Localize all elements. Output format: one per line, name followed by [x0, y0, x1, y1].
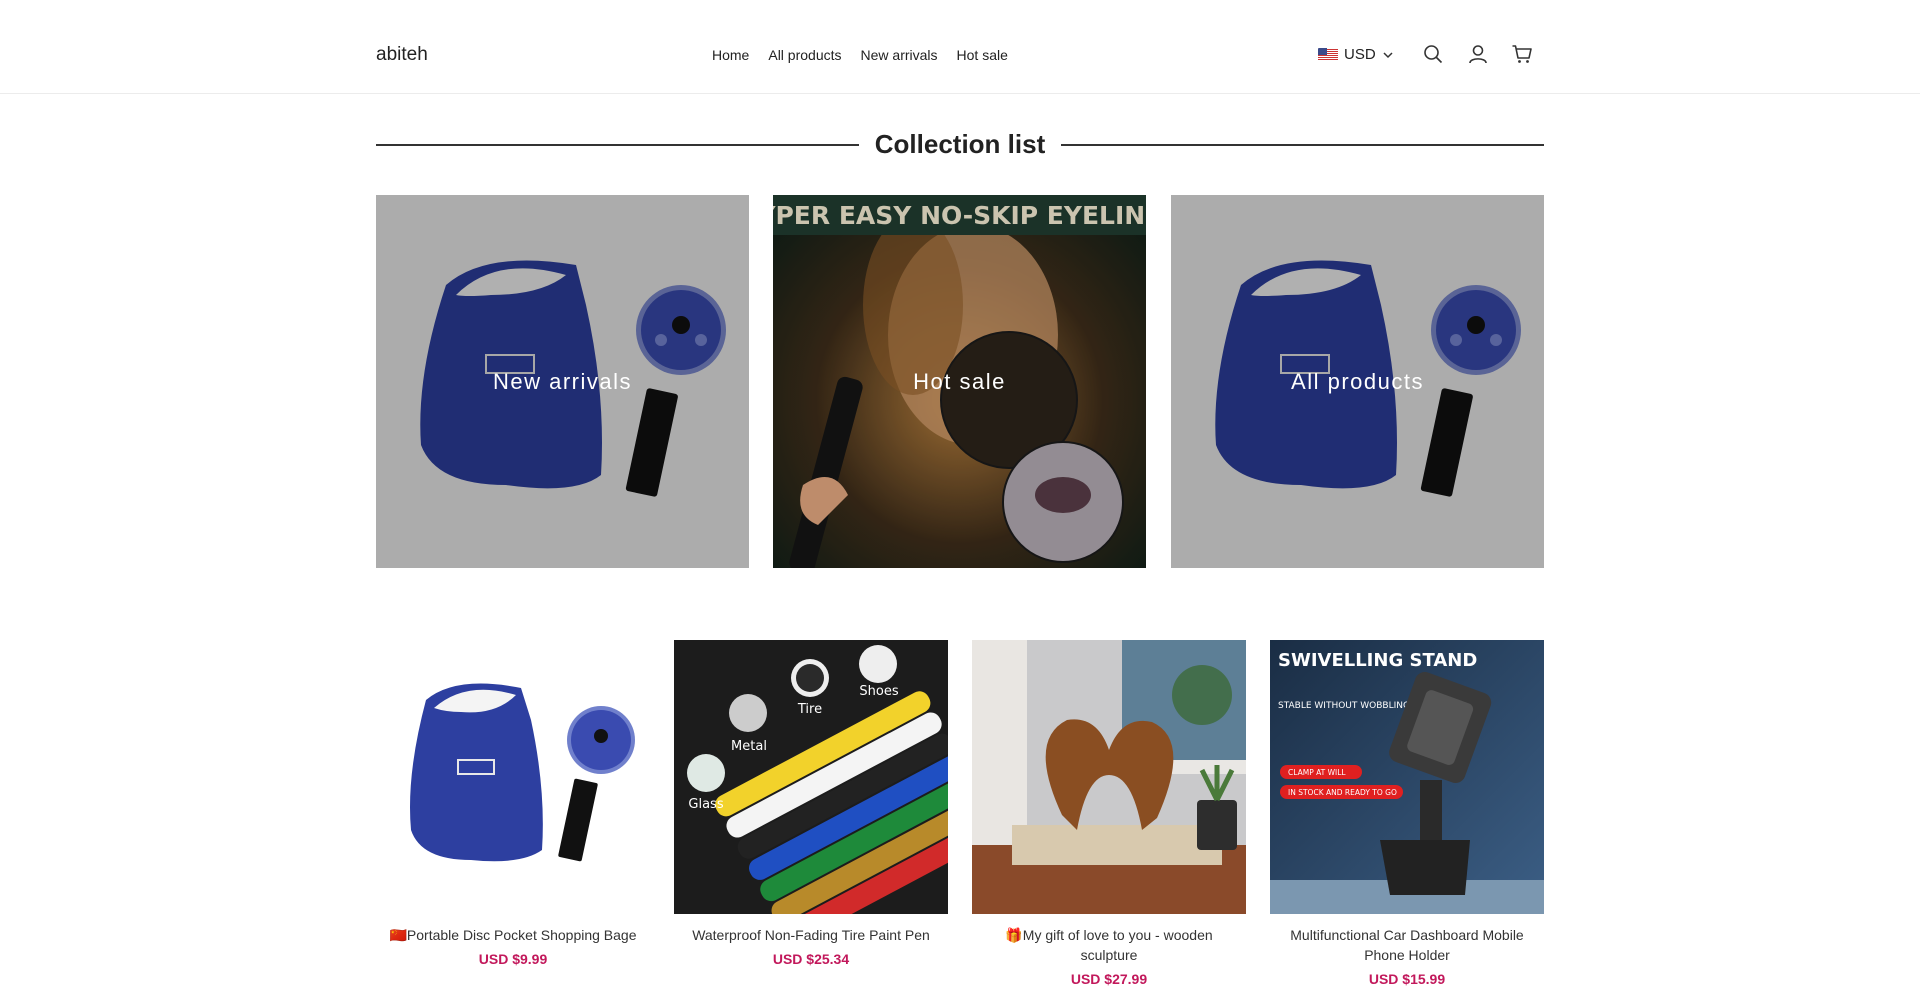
product-title[interactable]: 🎁My gift of love to you - wooden sculptu… — [972, 925, 1246, 965]
nav-new-arrivals[interactable]: New arrivals — [861, 47, 938, 63]
tag-glass: Glass — [688, 797, 723, 812]
product-price: USD $9.99 — [478, 951, 548, 967]
cart-icon[interactable] — [1511, 43, 1533, 65]
product-price: USD $25.34 — [772, 951, 850, 967]
collection-hot-sale[interactable]: HYPER EASY NO-SKIP EYELINER Hot sale — [773, 195, 1146, 568]
product-title[interactable]: Waterproof Non-Fading Tire Paint Pen — [674, 925, 948, 945]
nav-all-products[interactable]: All products — [768, 47, 841, 63]
clamp-badge: CLAMP AT WILL — [1288, 768, 1346, 777]
main-nav: Home All products New arrivals Hot sale — [712, 47, 1008, 63]
collection-list-heading: Collection list — [376, 127, 1544, 161]
site-logo[interactable]: abiteh — [376, 44, 428, 66]
holder-subtitle: STABLE WITHOUT WOBBLING — [1278, 701, 1410, 711]
product-card[interactable]: Tire Shoes Metal Glass Waterproof Non-Fa… — [674, 640, 948, 967]
stock-badge: IN STOCK AND READY TO GO — [1288, 788, 1397, 797]
phone-holder-product-image: SWIVELLING STAND STABLE WITHOUT WOBBLING… — [1270, 640, 1544, 914]
product-title[interactable]: Multifunctional Car Dashboard Mobile Pho… — [1270, 925, 1544, 965]
wooden-sculpture-product-image — [972, 640, 1246, 914]
product-price: USD $15.99 — [1368, 971, 1446, 987]
tag-metal: Metal — [731, 739, 767, 754]
chevron-down-icon — [1383, 51, 1393, 58]
account-icon[interactable] — [1467, 43, 1489, 65]
product-card[interactable]: 🎁My gift of love to you - wooden sculptu… — [972, 640, 1246, 987]
nav-home[interactable]: Home — [712, 47, 749, 63]
search-icon[interactable] — [1422, 43, 1444, 65]
collection-label: New arrivals — [492, 368, 633, 394]
tag-tire: Tire — [797, 702, 822, 717]
nav-hot-sale[interactable]: Hot sale — [957, 47, 1008, 63]
tag-shoes: Shoes — [859, 684, 898, 699]
us-flag-icon — [1318, 48, 1338, 61]
product-price: USD $27.99 — [1070, 971, 1148, 987]
paint-pen-product-image: Tire Shoes Metal Glass — [674, 640, 948, 914]
product-card[interactable]: SWIVELLING STAND STABLE WITHOUT WOBBLING… — [1270, 640, 1544, 987]
collection-new-arrivals[interactable]: New arrivals — [376, 195, 749, 568]
section-title: Collection list — [858, 129, 1062, 159]
product-title[interactable]: 🇨🇳Portable Disc Pocket Shopping Bage — [376, 925, 650, 945]
product-card[interactable]: 🇨🇳Portable Disc Pocket Shopping Bage USD… — [376, 640, 650, 967]
currency-selector[interactable]: USD — [1318, 46, 1394, 63]
collection-all-products[interactable]: All products — [1171, 195, 1544, 568]
collection-label: All products — [1291, 368, 1424, 394]
currency-label: USD — [1344, 46, 1376, 63]
bag-product-image — [376, 640, 650, 914]
collection-label: Hot sale — [913, 368, 1006, 394]
site-header: abiteh Home All products New arrivals Ho… — [0, 0, 1920, 94]
holder-headline: SWIVELLING STAND — [1278, 650, 1477, 671]
